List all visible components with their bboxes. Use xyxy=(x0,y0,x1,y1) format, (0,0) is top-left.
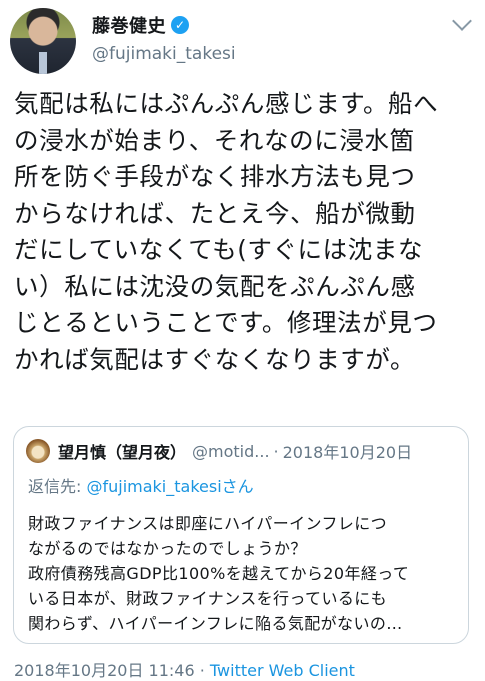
tweet-text: 気配は私にはぷんぷん感じます。船へ の浸水が始まり、それなのに浸水箇 所を防ぐ手… xyxy=(14,86,476,378)
reply-prefix: 返信先: xyxy=(28,477,87,496)
tweet-line: 気配は私にはぷんぷん感じます。船へ xyxy=(14,89,439,118)
reply-to-line: 返信先: @fujimaki_takesiさん xyxy=(28,473,254,497)
tweet-line: だにしていなくても(すぐには沈まな xyxy=(14,235,424,264)
quoted-author-avatar xyxy=(26,439,50,463)
quoted-author-name: 望月慎（望月夜） xyxy=(58,443,187,462)
tweet-line: からなければ、たとえ今、船が微動 xyxy=(14,198,416,228)
tweet-line: の浸水が始まり、それなのに浸水箇 xyxy=(14,125,415,155)
quoted-line: 政府債務残高GDP比100%を越えてから20年経って xyxy=(28,564,410,583)
meta-separator: · xyxy=(194,661,210,680)
verified-badge-icon: ✓ xyxy=(171,16,189,34)
tweet-meta: 2018年10月20日 11:46 · Twitter Web Client xyxy=(14,657,355,681)
tweet-line: 所を防ぐ手段がなく排水方法も見つ xyxy=(14,162,416,191)
tweet-line: かれば気配はすぐなくなりますが。 xyxy=(14,344,416,374)
quoted-tweet-date: 2018年10月20日 xyxy=(282,443,413,462)
author-name[interactable]: 藤巻健史 xyxy=(92,12,166,38)
tweet-line: い）私には沈没の気配をぷんぷん感 xyxy=(14,271,416,301)
reply-to-handle: @fujimaki_takesiさん xyxy=(86,477,254,496)
author-handle[interactable]: @fujimaki_takesi xyxy=(92,44,236,64)
tweet-line: じとるということです。修理法が見つ xyxy=(14,308,438,337)
author-avatar[interactable] xyxy=(10,8,76,74)
quoted-tweet-text: 財政ファイナンスは即座にハイパーインフレにつ ながるのではなかったのでしょうか？… xyxy=(28,511,458,636)
quoted-tweet-header: 望月慎（望月夜） @motid... · 2018年10月20日 xyxy=(26,439,412,463)
quoted-line: 関わらず、ハイパーインフレに陥る気配がないの… xyxy=(28,614,403,633)
dot-separator: · xyxy=(273,441,279,461)
quoted-line: 財政ファイナンスは即座にハイパーインフレにつ xyxy=(28,514,388,533)
chevron-down-icon[interactable] xyxy=(452,11,472,31)
tweet-client-link[interactable]: Twitter Web Client xyxy=(210,661,355,680)
quoted-tweet-card[interactable]: 望月慎（望月夜） @motid... · 2018年10月20日 返信先: @f… xyxy=(13,426,469,644)
quoted-author-handle: @motid... xyxy=(192,441,270,461)
tweet-timestamp[interactable]: 2018年10月20日 11:46 xyxy=(14,661,195,680)
author-name-row[interactable]: 藤巻健史 ✓ xyxy=(92,12,189,38)
quoted-line: いる日本が、財政ファイナンスを行っているにも xyxy=(28,589,388,608)
quoted-line: ながるのではなかったのでしょうか？ xyxy=(28,539,307,558)
